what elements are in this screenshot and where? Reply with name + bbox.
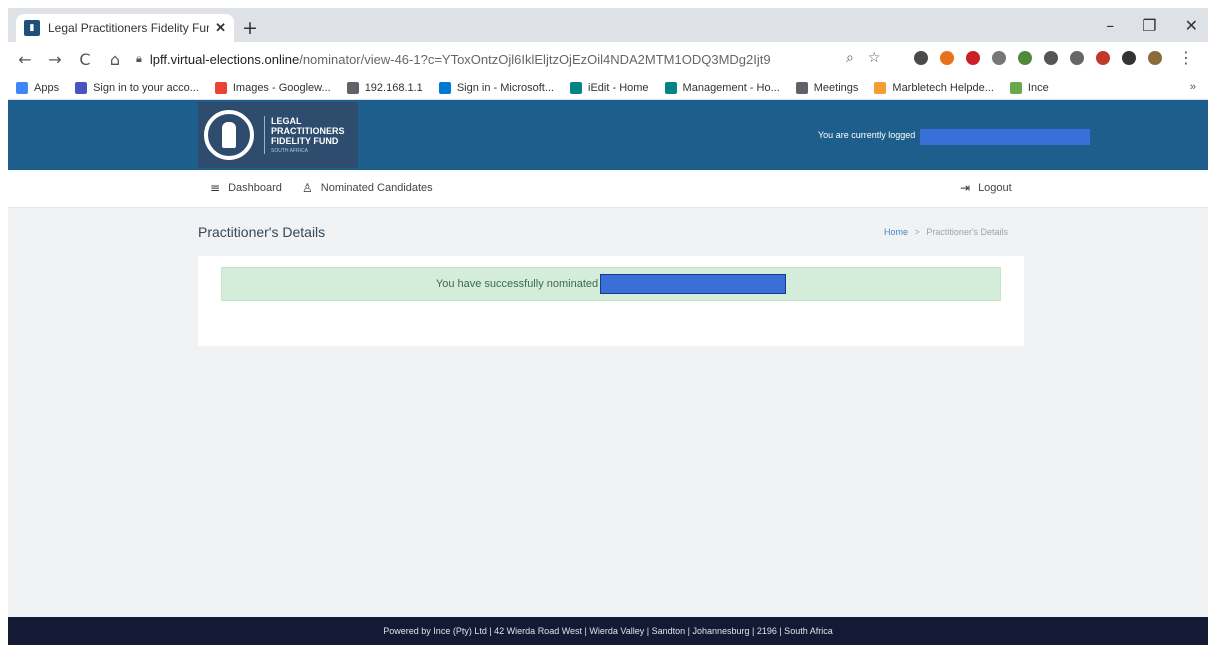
bookmark-item[interactable]: Apps	[16, 81, 60, 94]
logout-icon: ⇥	[960, 181, 971, 195]
minimize-icon[interactable]: –	[1106, 16, 1114, 35]
close-window-icon[interactable]: ✕	[1185, 16, 1198, 35]
extension-icon[interactable]	[1148, 51, 1162, 65]
site-nav: ≡ Dashboard ♙ Nominated Candidates ⇥ Log…	[8, 170, 1208, 208]
bookmark-favicon-icon	[664, 81, 677, 94]
site-footer: Powered by Ince (Pty) Ltd | 42 Wierda Ro…	[8, 617, 1208, 645]
logged-in-text: You are currently logged	[818, 130, 916, 140]
bookmark-label: 192.168.1.1	[364, 81, 423, 94]
site-logo[interactable]: LEGAL PRACTITIONERS FIDELITY FUND SOUTH …	[198, 102, 358, 168]
logo-text: LEGAL PRACTITIONERS FIDELITY FUND SOUTH …	[264, 116, 345, 154]
footer-text: Powered by Ince (Pty) Ltd | 42 Wierda Ro…	[383, 626, 833, 636]
logo-line-3: FIDELITY FUND	[271, 136, 339, 146]
bookmarks-bar: Apps Sign in to your acco... Images - Goog…	[8, 76, 1208, 100]
address-bar[interactable]: 🔒︎ lpff.virtual-elections.online /nomina…	[136, 46, 906, 72]
nav-dashboard-label: Dashboard	[228, 182, 282, 194]
home-icon[interactable]: ⌂	[102, 50, 128, 69]
extension-icon[interactable]	[1018, 51, 1032, 65]
nav-nominated-candidates[interactable]: ♙ Nominated Candidates	[302, 181, 433, 195]
extension-icon[interactable]	[1044, 51, 1058, 65]
breadcrumb: Home > Practitioner's Details	[884, 227, 1008, 237]
site-page: LEGAL PRACTITIONERS FIDELITY FUND SOUTH …	[8, 100, 1208, 645]
bookmark-item[interactable]: Marbletech Helpde...	[874, 81, 994, 94]
bookmark-item[interactable]: 192.168.1.1	[346, 81, 423, 94]
bookmark-favicon-icon	[16, 81, 28, 94]
extension-icon[interactable]	[1070, 51, 1084, 65]
logout-button[interactable]: ⇥ Logout	[960, 181, 1012, 195]
bookmark-item[interactable]: Meetings	[795, 81, 859, 94]
details-card: You have successfully nominated	[198, 256, 1024, 346]
success-message: You have successfully nominated	[435, 278, 599, 290]
bookmark-label: iEdit - Home	[588, 81, 649, 94]
browser-menu-icon[interactable]: ⋮	[1178, 48, 1194, 67]
redacted-username	[920, 129, 1090, 145]
reload-icon[interactable]: C	[72, 50, 98, 69]
breadcrumb-home[interactable]: Home	[884, 227, 908, 237]
bookmark-label: Meetings	[813, 81, 859, 94]
logo-line-2: PRACTITIONERS	[271, 126, 345, 136]
logo-emblem-icon	[204, 110, 254, 160]
page-title: Practitioner's Details	[198, 224, 326, 240]
extension-icon[interactable]	[992, 51, 1006, 65]
nav-candidates-label: Nominated Candidates	[320, 182, 433, 194]
bookmark-label: Ince	[1027, 81, 1049, 94]
browser-toolbar: ← → C ⌂ 🔒︎ lpff.virtual-elections.online…	[8, 42, 1208, 76]
nav-dashboard[interactable]: ≡ Dashboard	[210, 181, 282, 195]
extension-icon[interactable]	[940, 51, 954, 65]
bookmark-label: Images - Googlew...	[232, 81, 331, 94]
bookmark-favicon-icon	[874, 81, 887, 94]
site-header: LEGAL PRACTITIONERS FIDELITY FUND SOUTH …	[8, 100, 1208, 170]
browser-tab-strip: ▮ Legal Practitioners Fidelity Fund ✕ + …	[8, 8, 1208, 42]
bookmark-favicon-icon	[795, 81, 808, 94]
bookmark-label: Marbletech Helpde...	[892, 81, 994, 94]
bookmark-item[interactable]: Management - Ho...	[664, 81, 780, 94]
star-icon[interactable]: ☆	[868, 50, 881, 66]
bookmark-item[interactable]: Sign in - Microsoft...	[438, 81, 555, 94]
bookmark-label: Sign in - Microsoft...	[456, 81, 555, 94]
success-alert: You have successfully nominated	[221, 267, 1001, 301]
url-path: /nominator/view-46-1?c=YToxOntzOjl6IklEl…	[299, 51, 771, 67]
bookmark-label: Management - Ho...	[682, 81, 780, 94]
bookmark-item[interactable]: iEdit - Home	[570, 81, 649, 94]
redacted-nominee	[600, 274, 787, 294]
bookmark-item[interactable]: Sign in to your acco...	[75, 81, 199, 94]
breadcrumb-current: Practitioner's Details	[926, 227, 1009, 237]
bookmark-label: Sign in to your acco...	[93, 81, 199, 94]
bookmark-item[interactable]: Images - Googlew...	[214, 81, 331, 94]
extension-icon[interactable]	[1122, 51, 1136, 65]
logout-label: Logout	[978, 182, 1012, 194]
tab-title: Legal Practitioners Fidelity Fund	[48, 21, 210, 35]
bookmark-favicon-icon	[214, 81, 227, 94]
forward-icon[interactable]: →	[42, 50, 68, 69]
close-tab-icon[interactable]: ✕	[215, 20, 226, 36]
window-controls: – ❐ ✕	[1106, 16, 1198, 35]
lock-icon[interactable]: 🔒︎	[136, 52, 142, 66]
new-tab-button[interactable]: +	[242, 17, 258, 39]
url-host: lpff.virtual-elections.online	[149, 51, 300, 67]
site-favicon-icon: ▮	[24, 20, 40, 36]
bookmark-favicon-icon	[570, 81, 583, 94]
extension-icon[interactable]	[1096, 51, 1110, 65]
back-icon[interactable]: ←	[12, 50, 38, 69]
logo-line-1: LEGAL	[271, 116, 302, 126]
bookmarks-more-icon[interactable]: »	[1190, 81, 1196, 93]
bookmark-item[interactable]: Ince	[1009, 81, 1049, 94]
extension-icon[interactable]	[914, 51, 928, 65]
restore-icon[interactable]: ❐	[1142, 16, 1156, 35]
bookmark-label: Apps	[34, 81, 60, 94]
omnibox-actions: ⌕ ☆	[846, 50, 880, 66]
bookmark-favicon-icon	[346, 81, 359, 94]
breadcrumb-separator: >	[914, 227, 920, 237]
user-icon: ♙	[302, 181, 313, 195]
browser-tab[interactable]: ▮ Legal Practitioners Fidelity Fund ✕	[16, 14, 234, 42]
search-icon[interactable]: ⌕	[846, 50, 854, 66]
bookmark-favicon-icon	[438, 81, 451, 94]
menu-lines-icon: ≡	[210, 181, 221, 195]
bookmark-favicon-icon	[75, 81, 88, 94]
extension-icon[interactable]	[966, 51, 980, 65]
extensions-bar	[914, 51, 1162, 65]
logo-line-4: SOUTH AFRICA	[271, 148, 308, 154]
bookmark-favicon-icon	[1009, 81, 1022, 94]
